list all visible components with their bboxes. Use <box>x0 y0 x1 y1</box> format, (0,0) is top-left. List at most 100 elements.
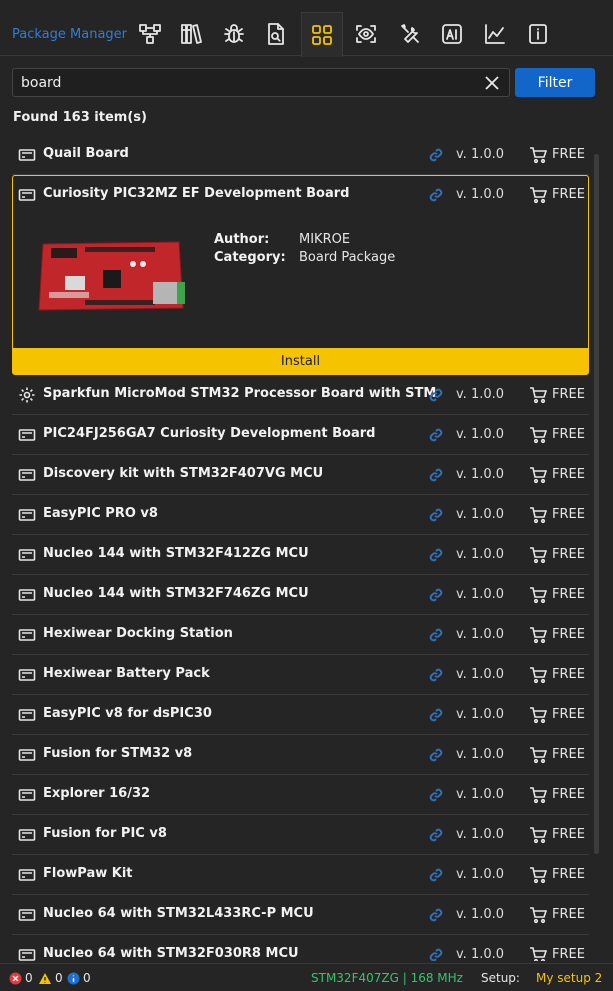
setup-value[interactable]: My setup 2 <box>536 971 602 985</box>
info-count[interactable]: 0 <box>67 971 91 985</box>
mcu-indicator[interactable]: STM32F407ZG | 168 MHz <box>311 971 463 985</box>
board-icon <box>18 426 36 444</box>
tab-debug[interactable] <box>213 12 255 56</box>
cart-icon[interactable] <box>529 866 548 884</box>
link-icon[interactable] <box>428 147 444 163</box>
category-label: Category: <box>214 250 286 265</box>
board-icon <box>18 146 36 164</box>
link-icon[interactable] <box>428 947 444 961</box>
board-icon <box>18 946 36 961</box>
link-icon[interactable] <box>428 387 444 403</box>
package-price: FREE <box>552 467 585 482</box>
board-icon <box>18 866 36 884</box>
tab-charts[interactable] <box>474 12 516 56</box>
list-item[interactable]: EasyPIC v8 for dsPIC30 v. 1.0.0 FREE <box>12 695 589 735</box>
link-icon[interactable] <box>428 707 444 723</box>
cart-icon[interactable] <box>529 146 548 164</box>
link-icon[interactable] <box>428 627 444 643</box>
link-icon[interactable] <box>428 467 444 483</box>
link-icon[interactable] <box>428 587 444 603</box>
chart-line-icon <box>485 24 505 44</box>
package-price: FREE <box>552 707 585 722</box>
warning-count[interactable]: 0 <box>38 971 63 985</box>
list-item[interactable]: Explorer 16/32 v. 1.0.0 FREE <box>12 775 589 815</box>
link-icon[interactable] <box>428 547 444 563</box>
cart-icon[interactable] <box>529 586 548 604</box>
link-icon[interactable] <box>428 187 444 203</box>
list-item[interactable]: Sparkfun MicroMod STM32 Processor Board … <box>12 375 589 415</box>
filter-button[interactable]: Filter <box>515 68 595 97</box>
list-item[interactable]: Nucleo 144 with STM32F412ZG MCU v. 1.0.0 F… <box>12 535 589 575</box>
cart-icon[interactable] <box>529 666 548 684</box>
link-icon[interactable] <box>428 907 444 923</box>
list-item[interactable]: Fusion for STM32 v8 v. 1.0.0 FREE <box>12 735 589 775</box>
list-item[interactable]: Discovery kit with STM32F407VG MCU v. 1.0… <box>12 455 589 495</box>
scrollbar[interactable] <box>594 154 599 854</box>
tab-tools[interactable] <box>389 12 431 56</box>
tab-packages[interactable] <box>301 12 343 57</box>
error-count[interactable]: 0 <box>9 971 33 985</box>
tab-library[interactable] <box>171 12 213 56</box>
results-count: Found 163 item(s) <box>13 110 147 125</box>
list-item[interactable]: Nucleo 64 with STM32F030R8 MCU v. 1.0.0 FR… <box>12 935 589 961</box>
package-version: v. 1.0.0 <box>456 147 505 162</box>
cart-icon[interactable] <box>529 506 548 524</box>
package-name: Hexiwear Docking Station <box>43 626 233 641</box>
link-icon[interactable] <box>428 867 444 883</box>
status-bar: 0 0 0 STM32F407ZG | 168 MHz Setup: My se… <box>0 963 613 991</box>
link-icon[interactable] <box>428 747 444 763</box>
cart-icon[interactable] <box>529 906 548 924</box>
cart-icon[interactable] <box>529 626 548 644</box>
list-item[interactable]: Nucleo 64 with STM32L433RC-P MCU v. 1.0.0… <box>12 895 589 935</box>
tab-file-search[interactable] <box>255 12 297 56</box>
expanded-header[interactable]: Curiosity PIC32MZ EF Development Board v… <box>13 176 588 216</box>
link-icon[interactable] <box>428 507 444 523</box>
list-item[interactable]: EasyPIC PRO v8 v. 1.0.0 FREE <box>12 495 589 535</box>
board-icon <box>18 666 36 684</box>
package-price: FREE <box>552 627 585 642</box>
package-price: FREE <box>552 667 585 682</box>
category-value: Board Package <box>299 250 396 265</box>
package-name: Fusion for STM32 v8 <box>43 746 193 761</box>
cart-icon[interactable] <box>529 946 548 961</box>
list-item[interactable]: Nucleo 144 with STM32F746ZG MCU v. 1.0.0 F… <box>12 575 589 615</box>
board-icon <box>18 186 36 204</box>
tools-icon <box>401 24 419 43</box>
expanded-package[interactable]: Curiosity PIC32MZ EF Development Board v… <box>12 175 589 375</box>
clear-search-button[interactable] <box>483 74 501 92</box>
cart-icon[interactable] <box>529 746 548 764</box>
cart-icon[interactable] <box>529 426 548 444</box>
cart-icon[interactable] <box>529 826 548 844</box>
search-input[interactable] <box>12 68 510 97</box>
list-item[interactable]: Fusion for PIC v8 v. 1.0.0 FREE <box>12 815 589 855</box>
package-version: v. 1.0.0 <box>456 387 505 402</box>
cart-icon[interactable] <box>529 786 548 804</box>
list-item[interactable]: Hexiwear Battery Pack v. 1.0.0 FREE <box>12 655 589 695</box>
cart-icon[interactable] <box>529 466 548 484</box>
link-icon[interactable] <box>428 427 444 443</box>
package-version: v. 1.0.0 <box>456 187 505 202</box>
package-list: Quail Board v. 1.0.0 FREE Curiosity PIC3… <box>12 135 589 961</box>
link-icon[interactable] <box>428 667 444 683</box>
install-button[interactable]: Install <box>13 348 588 374</box>
list-item[interactable]: Quail Board v. 1.0.0 FREE <box>12 135 589 175</box>
link-icon[interactable] <box>428 787 444 803</box>
list-item[interactable]: FlowPaw Kit v. 1.0.0 FREE <box>12 855 589 895</box>
list-item[interactable]: PIC24FJ256GA7 Curiosity Development Boar… <box>12 415 589 455</box>
cart-icon[interactable] <box>529 386 548 404</box>
author-value: MIKROE <box>299 232 351 247</box>
cart-icon[interactable] <box>529 706 548 724</box>
tab-info[interactable] <box>517 12 559 56</box>
tab-preview[interactable] <box>345 12 387 56</box>
package-version: v. 1.0.0 <box>456 707 505 722</box>
tab-network[interactable] <box>129 12 171 56</box>
cart-icon[interactable] <box>529 546 548 564</box>
package-version: v. 1.0.0 <box>456 867 505 882</box>
tab-ai[interactable] <box>431 12 473 56</box>
warning-icon <box>39 972 51 984</box>
package-version: v. 1.0.0 <box>456 587 505 602</box>
link-icon[interactable] <box>428 827 444 843</box>
cart-icon[interactable] <box>529 186 548 204</box>
close-icon <box>485 76 499 90</box>
list-item[interactable]: Hexiwear Docking Station v. 1.0.0 FREE <box>12 615 589 655</box>
